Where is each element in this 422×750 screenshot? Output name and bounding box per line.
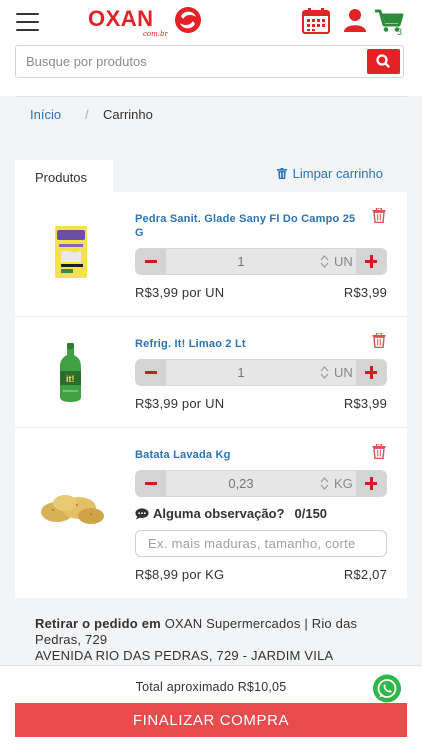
product-image — [41, 495, 104, 524]
search-input[interactable] — [26, 46, 366, 77]
search-icon — [376, 54, 390, 68]
cart-item: Batata Lavada Kg 0,23 KG Alguma observaç… — [15, 428, 407, 598]
decrease-quantity-button[interactable] — [136, 249, 166, 274]
increase-quantity-button[interactable] — [356, 360, 386, 385]
unit-select[interactable]: UN — [334, 249, 353, 274]
app-header: OXAN com.br 3 — [0, 0, 422, 96]
product-name[interactable]: Refrig. It! Limao 2 Lt — [135, 337, 365, 351]
quantity-stepper: 0,23 KG — [135, 470, 387, 497]
product-image: it! — [60, 343, 81, 402]
item-total: R$3,99 — [343, 396, 387, 411]
tab-products[interactable]: Produtos — [15, 160, 113, 193]
svg-text:it!: it! — [66, 374, 75, 384]
unit-select[interactable]: UN — [334, 360, 353, 385]
search-button[interactable] — [367, 49, 400, 74]
approximate-total: Total aproximado R$10,05 — [135, 680, 287, 694]
quantity-stepper: 1 UN — [135, 248, 387, 275]
increase-quantity-button[interactable] — [356, 249, 386, 274]
comment-icon — [135, 508, 149, 520]
brand-logo[interactable]: OXAN com.br — [88, 6, 210, 38]
checkout-footer: Total aproximado R$10,05 FINALIZAR COMPR… — [0, 665, 422, 750]
quantity-value[interactable]: 1 — [166, 360, 316, 385]
remove-item-icon[interactable] — [372, 208, 386, 223]
quantity-value[interactable]: 1 — [166, 249, 316, 274]
cart-items-panel: Pedra Sanit. Glade Sany Fl Do Campo 25 G… — [15, 192, 407, 598]
quantity-stepper: 1 UN — [135, 359, 387, 386]
user-icon[interactable] — [344, 8, 366, 32]
unit-select-arrows-icon[interactable] — [320, 365, 329, 380]
remove-item-icon[interactable] — [372, 444, 386, 459]
calendar-icon[interactable] — [302, 8, 330, 34]
unit-price: R$8,99 por KG — [135, 567, 225, 582]
observation-char-count: 0/150 — [294, 506, 328, 521]
product-name[interactable]: Batata Lavada Kg — [135, 448, 365, 462]
item-total: R$3,99 — [343, 285, 387, 300]
observation-label: Alguma observação? — [153, 506, 285, 521]
unit-select-arrows-icon[interactable] — [320, 476, 329, 491]
remove-item-icon[interactable] — [372, 333, 386, 348]
breadcrumb-current: Carrinho — [103, 107, 153, 122]
whatsapp-icon[interactable] — [372, 674, 402, 704]
clear-cart-link[interactable]: Limpar carrinho — [277, 166, 383, 181]
decrease-quantity-button[interactable] — [136, 471, 166, 496]
cart-count-badge: 3 — [397, 27, 403, 37]
logo-swirl-icon — [175, 7, 201, 33]
cart-item: Pedra Sanit. Glade Sany Fl Do Campo 25 G… — [15, 192, 407, 317]
product-name[interactable]: Pedra Sanit. Glade Sany Fl Do Campo 25 G — [135, 212, 365, 240]
unit-price: R$3,99 por UN — [135, 396, 225, 411]
unit-select[interactable]: KG — [334, 471, 353, 496]
cart-tabs: Produtos Limpar carrinho — [15, 160, 407, 193]
logo-subtext: com.br — [143, 30, 168, 38]
breadcrumb: Início / Carrinho — [15, 96, 407, 132]
quantity-value[interactable]: 0,23 — [166, 471, 316, 496]
logo-text: OXAN — [88, 6, 154, 31]
pickup-address: AVENIDA RIO DAS PEDRAS, 729 - JARDIM VIL… — [35, 648, 334, 663]
trash-icon — [277, 168, 287, 179]
pickup-label: Retirar o pedido em — [35, 616, 161, 631]
increase-quantity-button[interactable] — [356, 471, 386, 496]
observation-input[interactable] — [135, 530, 387, 557]
unit-price: R$3,99 por UN — [135, 285, 225, 300]
breadcrumb-home-link[interactable]: Início — [30, 107, 61, 122]
search-bar — [15, 45, 404, 78]
cart-item: it! Refrig. It! Limao 2 Lt 1 UN R$3,99 p… — [15, 317, 407, 428]
observation-toggle[interactable]: Alguma observação? 0/150 — [135, 506, 327, 521]
item-total: R$2,07 — [343, 567, 387, 582]
clear-cart-label: Limpar carrinho — [292, 166, 383, 181]
decrease-quantity-button[interactable] — [136, 360, 166, 385]
checkout-button[interactable]: FINALIZAR COMPRA — [15, 703, 407, 737]
pickup-info: Retirar o pedido em OXAN Supermercados |… — [15, 598, 407, 668]
product-image — [55, 226, 87, 278]
menu-icon[interactable] — [16, 13, 39, 31]
unit-select-arrows-icon[interactable] — [320, 254, 329, 269]
breadcrumb-separator: / — [85, 107, 89, 122]
